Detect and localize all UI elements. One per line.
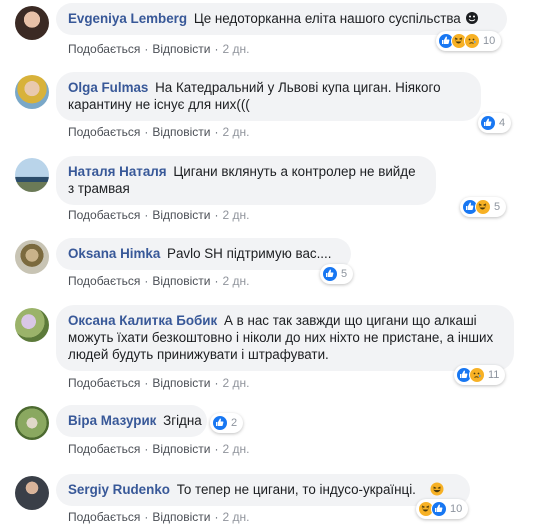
reaction-summary[interactable]: 4 (478, 113, 512, 133)
reaction-summary[interactable]: 5 (320, 264, 354, 284)
comment-bubble: Oksana Himka Pavlo SH підтримую вас.... (56, 238, 351, 270)
like-link[interactable]: Подобається (68, 510, 140, 524)
comment-bubble: Evgeniya Lemberg Це недоторканна еліта н… (56, 3, 507, 35)
comment-actions: Подобається · Відповісти · 2 дн. (68, 42, 250, 56)
laughing-emoji-icon (430, 482, 444, 496)
reaction-count: 5 (494, 201, 501, 213)
comment-time[interactable]: 2 дн. (222, 376, 249, 390)
reply-link[interactable]: Відповісти (152, 376, 210, 390)
reply-link[interactable]: Відповісти (152, 208, 210, 222)
like-icon (480, 115, 496, 131)
comment-text: Pavlo SH підтримую вас.... (167, 246, 332, 261)
comment-time[interactable]: 2 дн. (222, 510, 249, 524)
comment-time[interactable]: 2 дн. (222, 208, 249, 222)
comment-text: Згідна (163, 413, 202, 428)
like-link[interactable]: Подобається (68, 125, 140, 139)
comment-bubble: Olga Fulmas На Катедральний у Львові куп… (56, 72, 481, 121)
like-icon (431, 501, 447, 517)
comment-bubble: Наталя Наталя Цигани вклянуть а контроле… (56, 156, 436, 205)
comment-actions: Подобається · Відповісти · 2 дн. (68, 442, 250, 456)
reaction-count: 10 (483, 35, 496, 47)
sad-icon (469, 367, 485, 383)
reply-link[interactable]: Відповісти (152, 442, 210, 456)
comment-author[interactable]: Віра Мазурик (68, 413, 156, 428)
comment-time[interactable]: 2 дн. (222, 42, 249, 56)
comment-author[interactable]: Oksana Himka (68, 246, 160, 261)
comment-time[interactable]: 2 дн. (222, 274, 249, 288)
reply-link[interactable]: Відповісти (152, 510, 210, 524)
like-link[interactable]: Подобається (68, 42, 140, 56)
reaction-summary[interactable]: 10 (436, 31, 502, 51)
comment-author[interactable]: Оксана Калитка Бобик (68, 313, 217, 328)
avatar[interactable] (15, 6, 49, 40)
reaction-summary[interactable]: 2 (210, 413, 244, 433)
avatar[interactable] (15, 308, 49, 342)
comment-actions: Подобається · Відповісти · 2 дн. (68, 376, 250, 390)
like-icon (212, 415, 228, 431)
reaction-count: 10 (450, 503, 463, 515)
like-icon (322, 266, 338, 282)
haha-icon (475, 199, 491, 215)
reaction-count: 11 (488, 369, 500, 381)
comment-actions: Подобається · Відповісти · 2 дн. (68, 510, 250, 524)
reply-link[interactable]: Відповісти (152, 274, 210, 288)
comment-author[interactable]: Olga Fulmas (68, 80, 148, 95)
comment-actions: Подобається · Відповісти · 2 дн. (68, 208, 250, 222)
reaction-summary[interactable]: 11 (454, 365, 506, 385)
reply-link[interactable]: Відповісти (152, 42, 210, 56)
comment-bubble: Віра Мазурик Згідна (56, 405, 207, 437)
like-link[interactable]: Подобається (68, 442, 140, 456)
avatar[interactable] (15, 158, 49, 192)
comment-time[interactable]: 2 дн. (222, 125, 249, 139)
comment-bubble: Sergiy Rudenko То тепер не цигани, то ін… (56, 474, 470, 506)
reaction-count: 5 (341, 268, 348, 280)
smile-emoji-icon (465, 12, 478, 24)
avatar[interactable] (15, 75, 49, 109)
avatar[interactable] (15, 476, 49, 510)
reaction-summary[interactable]: 5 (460, 197, 507, 217)
comment-actions: Подобається · Відповісти · 2 дн. (68, 274, 250, 288)
avatar[interactable] (15, 240, 49, 274)
comment-author[interactable]: Evgeniya Lemberg (68, 11, 187, 26)
comment-time[interactable]: 2 дн. (222, 442, 249, 456)
reaction-count: 4 (499, 117, 506, 129)
like-link[interactable]: Подобається (68, 208, 140, 222)
like-link[interactable]: Подобається (68, 376, 140, 390)
reaction-summary[interactable]: 10 (416, 499, 469, 519)
reaction-count: 2 (231, 417, 238, 429)
reply-link[interactable]: Відповісти (152, 125, 210, 139)
comment-author[interactable]: Наталя Наталя (68, 164, 167, 179)
comment-actions: Подобається · Відповісти · 2 дн. (68, 125, 250, 139)
avatar[interactable] (15, 406, 49, 440)
comment-text: То тепер не цигани, то індусо-українці. (176, 482, 416, 497)
sad-icon (464, 33, 480, 49)
comment-author[interactable]: Sergiy Rudenko (68, 482, 170, 497)
like-link[interactable]: Подобається (68, 274, 140, 288)
comment-bubble: Оксана Калитка Бобик А в нас так завжди … (56, 305, 514, 371)
comment-text: Це недоторканна еліта нашого суспільства (193, 11, 461, 26)
